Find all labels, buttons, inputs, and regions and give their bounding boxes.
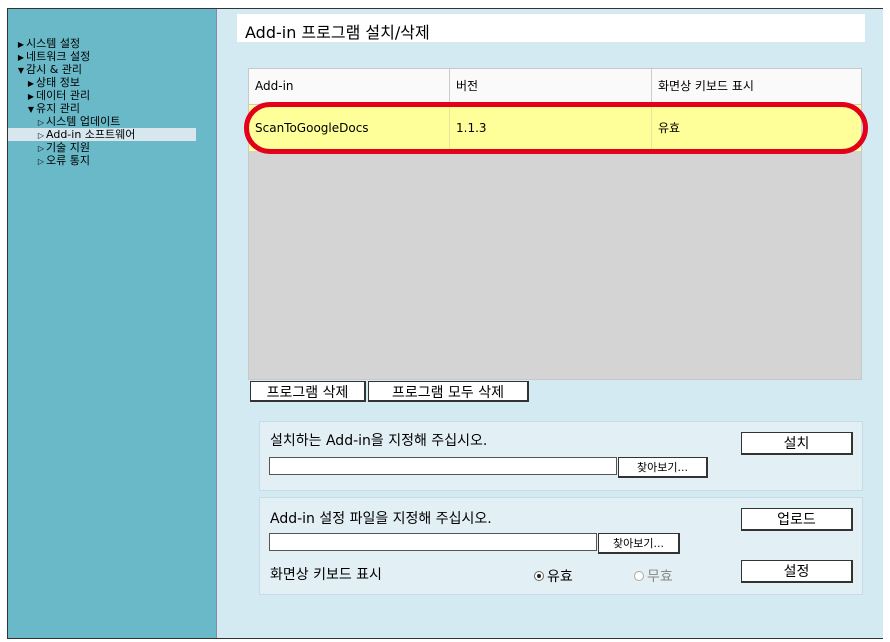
sidebar: ▶ 시스템 설정 ▶ 네트워크 설정 ▼ 감시 & 관리 ▶ 상태 정보 ▶ 데이터 관리… bbox=[8, 9, 216, 638]
sidebar-item-maintenance[interactable]: ▼ 유지 관리 bbox=[8, 102, 216, 115]
upload-button[interactable]: 업로드 bbox=[741, 508, 853, 531]
settings-instruction: Add-in 설정 파일을 지정해 주십시오. bbox=[270, 511, 492, 527]
sidebar-item-data-management[interactable]: ▶ 데이터 관리 bbox=[8, 89, 216, 102]
install-panel: 설치하는 Add-in을 지정해 주십시오. 찾아보기... 설치 bbox=[259, 421, 863, 491]
radio-valid-label: 유효 bbox=[547, 569, 573, 585]
cell-addin-name: ScanToGoogleDocs bbox=[249, 105, 450, 151]
sidebar-item-label: 상태 정보 bbox=[36, 76, 80, 89]
delete-program-button[interactable]: 프로그램 삭제 bbox=[250, 381, 366, 402]
bullet-arrow-icon: ▷ bbox=[37, 157, 45, 166]
page-title: Add-in 프로그램 설치/삭제 bbox=[245, 23, 430, 42]
sidebar-item-label: 유지 관리 bbox=[36, 102, 80, 115]
app-window: ▶ 시스템 설정 ▶ 네트워크 설정 ▼ 감시 & 관리 ▶ 상태 정보 ▶ 데이터 관리… bbox=[7, 8, 883, 639]
cell-keyboard: 유효 bbox=[658, 121, 681, 135]
sidebar-item-addin-software[interactable]: ▷ Add-in 소프트웨어 bbox=[8, 128, 196, 141]
sidebar-item-label: 시스템 업데이트 bbox=[46, 115, 121, 128]
settings-browse-button[interactable]: 찾아보기... bbox=[598, 533, 680, 554]
sidebar-nav: ▶ 시스템 설정 ▶ 네트워크 설정 ▼ 감시 & 관리 ▶ 상태 정보 ▶ 데이터 관리… bbox=[8, 37, 216, 167]
install-browse-button[interactable]: 찾아보기... bbox=[618, 457, 708, 478]
radio-unselected-icon bbox=[634, 571, 644, 581]
set-button[interactable]: 설정 bbox=[741, 560, 853, 583]
radio-valid[interactable]: 유효 bbox=[534, 566, 573, 586]
sidebar-item-error-notification[interactable]: ▷ 오류 통지 bbox=[8, 154, 216, 167]
sidebar-item-monitoring[interactable]: ▼ 감시 & 관리 bbox=[8, 63, 216, 76]
settings-panel: Add-in 설정 파일을 지정해 주십시오. 찾아보기... 업로드 화면상 … bbox=[259, 497, 863, 595]
keyboard-setting-label: 화면상 키보드 표시 bbox=[270, 567, 382, 583]
sidebar-item-network-settings[interactable]: ▶ 네트워크 설정 bbox=[8, 50, 216, 63]
sidebar-item-status-info[interactable]: ▶ 상태 정보 bbox=[8, 76, 216, 89]
settings-file-input[interactable] bbox=[269, 533, 597, 551]
cell-version: 1.1.3 bbox=[450, 105, 652, 151]
sidebar-item-label: 기술 지원 bbox=[46, 141, 90, 154]
table-header: Add-in 버전 화면상 키보드 표시 bbox=[249, 69, 861, 105]
radio-selected-icon bbox=[534, 571, 544, 581]
column-header-version: 버전 bbox=[450, 69, 652, 104]
sidebar-item-tech-support[interactable]: ▷ 기술 지원 bbox=[8, 141, 216, 154]
delete-all-programs-button[interactable]: 프로그램 모두 삭제 bbox=[368, 381, 529, 402]
sidebar-item-system-settings[interactable]: ▶ 시스템 설정 bbox=[8, 37, 216, 50]
sidebar-item-label: 시스템 설정 bbox=[26, 37, 81, 50]
sidebar-item-label: 네트워크 설정 bbox=[26, 50, 91, 63]
column-header-addin: Add-in bbox=[249, 69, 450, 104]
radio-invalid[interactable]: 무효 bbox=[634, 566, 673, 586]
addin-table: Add-in 버전 화면상 키보드 표시 ScanToGoogleDocs 1.… bbox=[248, 68, 862, 380]
sidebar-item-system-update[interactable]: ▷ 시스템 업데이트 bbox=[8, 115, 216, 128]
title-bar: Add-in 프로그램 설치/삭제 bbox=[237, 14, 865, 42]
sidebar-item-label: 감시 & 관리 bbox=[26, 63, 83, 76]
table-row[interactable]: ScanToGoogleDocs 1.1.3 유효 bbox=[249, 105, 861, 151]
install-button[interactable]: 설치 bbox=[741, 432, 853, 455]
install-file-input[interactable] bbox=[269, 457, 617, 475]
install-instruction: 설치하는 Add-in을 지정해 주십시오. bbox=[270, 433, 488, 449]
sidebar-item-label: 데이터 관리 bbox=[36, 89, 91, 102]
radio-invalid-label: 무효 bbox=[647, 569, 673, 585]
sidebar-item-label: Add-in 소프트웨어 bbox=[46, 128, 136, 141]
main-content: Add-in 프로그램 설치/삭제 Add-in 버전 화면상 키보드 표시 S… bbox=[216, 9, 883, 638]
sidebar-item-label: 오류 통지 bbox=[46, 154, 90, 167]
column-header-keyboard: 화면상 키보드 표시 bbox=[658, 79, 754, 93]
